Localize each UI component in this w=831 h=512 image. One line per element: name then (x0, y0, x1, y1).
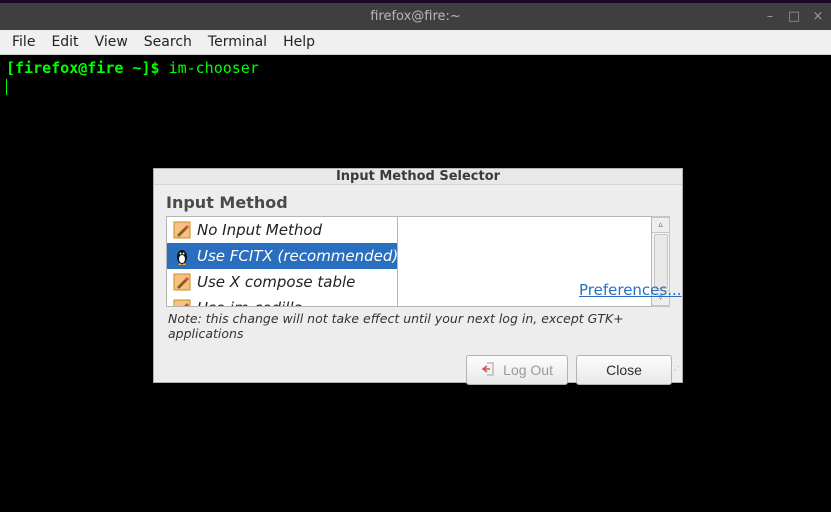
pencil-icon (173, 273, 191, 291)
dialog-body: Input Method No Input Method Use FCITX (154, 185, 682, 347)
terminal-line: [firefox@fire ~]$ im-chooser (6, 59, 825, 77)
note-label: Note: this change will not take effect u… (166, 307, 670, 341)
dialog-title: Input Method Selector (336, 169, 500, 184)
im-selector-dialog: Input Method Selector Input Method No In… (153, 168, 683, 383)
list-item[interactable]: Use X compose table (167, 269, 397, 295)
menu-file[interactable]: File (12, 34, 35, 50)
menu-search[interactable]: Search (144, 34, 192, 50)
window-title: firefox@fire:~ (370, 9, 461, 24)
terminal-cursor (6, 79, 7, 95)
list-item[interactable]: Use FCITX (recommended) (167, 243, 397, 269)
close-window-button[interactable]: × (811, 9, 825, 24)
list-item[interactable]: Use im-cedilla (167, 295, 397, 307)
pencil-icon (173, 221, 191, 239)
terminal-command: im-chooser (169, 59, 259, 77)
window-titlebar[interactable]: firefox@fire:~ – □ × (0, 3, 831, 30)
terminal-cursor-line (6, 77, 825, 95)
dialog-titlebar[interactable]: Input Method Selector (154, 169, 682, 185)
logout-icon (481, 361, 497, 380)
input-method-list[interactable]: No Input Method Use FCITX (recommended) … (166, 216, 398, 307)
preferences-link[interactable]: Preferences... (569, 251, 682, 299)
list-item-label: No Input Method (197, 221, 322, 239)
menu-terminal[interactable]: Terminal (208, 34, 267, 50)
section-label: Input Method (166, 193, 670, 212)
close-button-label: Close (606, 362, 642, 378)
list-item-label: Use FCITX (recommended) (197, 247, 398, 265)
minimize-button[interactable]: – (763, 9, 777, 24)
list-item-label: Use X compose table (197, 273, 355, 291)
terminal-prompt: [firefox@fire ~]$ (6, 59, 169, 77)
penguin-icon (173, 247, 191, 265)
close-button[interactable]: Close (576, 355, 672, 385)
menu-edit[interactable]: Edit (51, 34, 78, 50)
window-controls: – □ × (763, 3, 825, 30)
menu-help[interactable]: Help (283, 34, 315, 50)
logout-button-label: Log Out (503, 362, 553, 378)
list-item-label: Use im-cedilla (197, 299, 303, 308)
logout-button[interactable]: Log Out (466, 355, 568, 385)
input-method-section: No Input Method Use FCITX (recommended) … (166, 216, 670, 341)
pencil-icon (173, 299, 191, 308)
maximize-button[interactable]: □ (787, 9, 801, 24)
list-item[interactable]: No Input Method (167, 217, 397, 243)
dialog-actions: Log Out Close (154, 347, 682, 395)
scroll-up-button[interactable]: ▵ (652, 217, 669, 233)
menubar: File Edit View Search Terminal Help (0, 30, 831, 55)
menu-view[interactable]: View (95, 34, 128, 50)
